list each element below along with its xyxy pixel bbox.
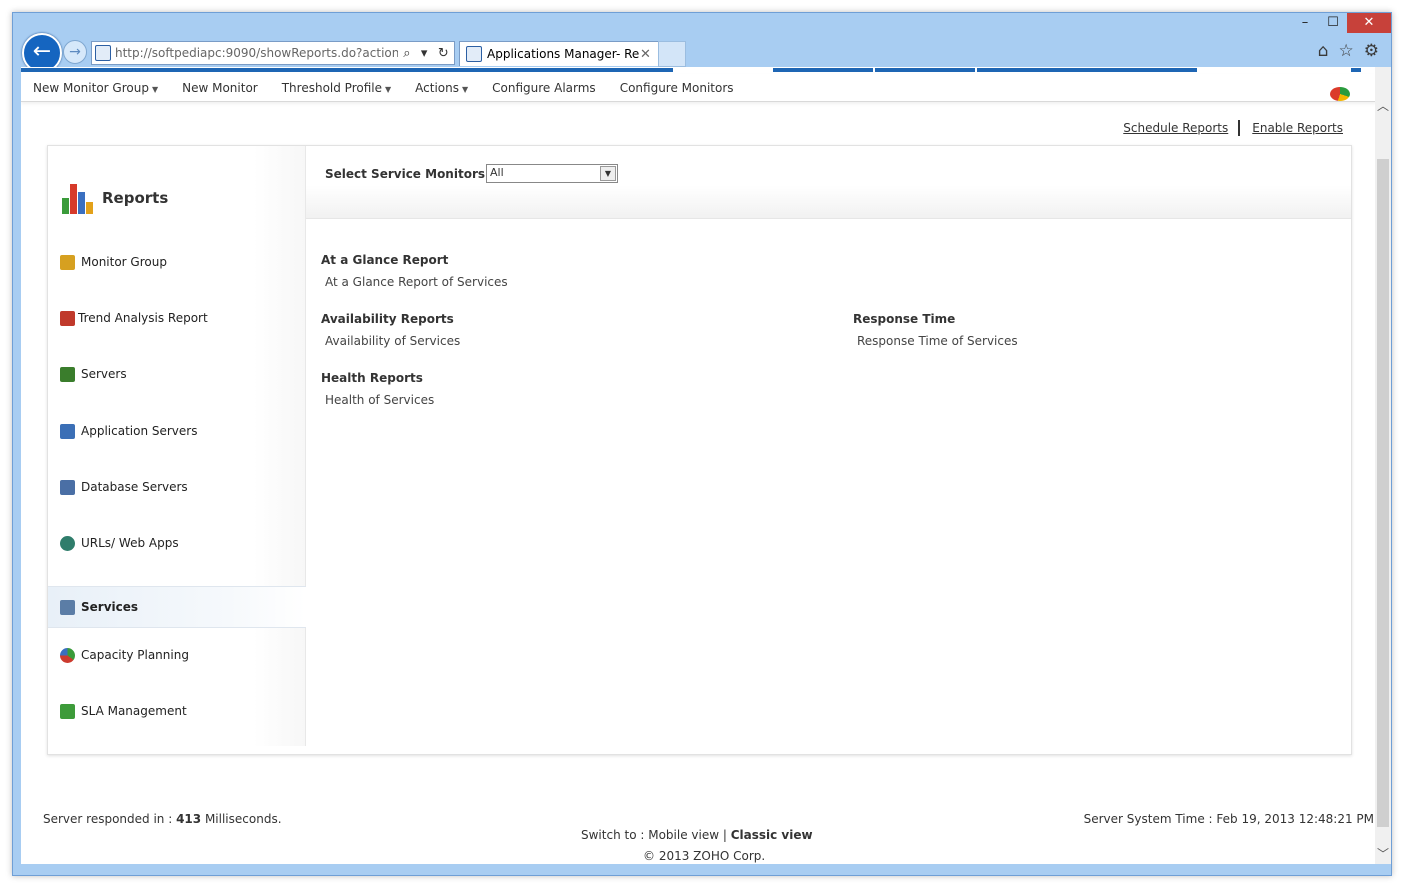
menu-new-monitor[interactable]: New Monitor bbox=[170, 81, 270, 95]
dropdown-icon[interactable]: ▾ bbox=[421, 46, 428, 61]
reports-title: Reports bbox=[102, 189, 169, 207]
sidebar-item-sla-management[interactable]: SLA Management bbox=[48, 691, 305, 731]
settings-gear-icon[interactable]: ⚙ bbox=[1364, 41, 1379, 61]
server-response-time: Server responded in : 413 Milliseconds. bbox=[43, 812, 282, 826]
forward-button[interactable]: → bbox=[63, 40, 87, 64]
services-icon bbox=[60, 599, 75, 615]
scroll-up-icon[interactable]: ︿ bbox=[1375, 97, 1391, 114]
sidebar-item-servers[interactable]: Servers bbox=[48, 354, 305, 394]
capacity-pie-icon bbox=[60, 647, 75, 663]
enable-reports-link[interactable]: Enable Reports bbox=[1252, 121, 1343, 135]
page-content: New Monitor Group ▼ New Monitor Threshold… bbox=[21, 67, 1376, 864]
menu-actions[interactable]: Actions ▼ bbox=[403, 81, 480, 95]
loading-progress bbox=[21, 67, 1376, 74]
section-at-a-glance: At a Glance Report At a Glance Report of… bbox=[321, 253, 508, 289]
report-link[interactable]: Health of Services bbox=[321, 393, 434, 407]
sidebar-item-application-servers[interactable]: Application Servers bbox=[48, 411, 305, 451]
filter-bar: Select Service Monitors All ▼ bbox=[306, 146, 1351, 219]
menu-configure-monitors[interactable]: Configure Monitors bbox=[608, 81, 746, 95]
sidebar-item-capacity-planning[interactable]: Capacity Planning bbox=[48, 635, 305, 675]
maximize-button[interactable]: ☐ bbox=[1319, 13, 1347, 33]
application-servers-icon bbox=[60, 423, 75, 439]
server-system-time: Server System Time : Feb 19, 2013 12:48:… bbox=[1083, 812, 1374, 826]
report-link[interactable]: Response Time of Services bbox=[853, 334, 1018, 348]
scrollbar-thumb[interactable] bbox=[1377, 159, 1389, 827]
classic-view-link[interactable]: Classic view bbox=[731, 828, 813, 842]
sidebar-item-monitor-group[interactable]: Monitor Group bbox=[48, 242, 305, 282]
home-icon[interactable]: ⌂ bbox=[1318, 41, 1329, 61]
section-heading: Availability Reports bbox=[321, 312, 454, 326]
section-availability: Availability Reports Availability of Ser… bbox=[321, 312, 460, 348]
filter-label: Select Service Monitors bbox=[325, 167, 486, 181]
select-value: All bbox=[490, 166, 504, 179]
reports-bar-chart-icon bbox=[62, 182, 93, 214]
chevron-down-icon: ▼ bbox=[384, 84, 392, 94]
minimize-button[interactable]: – bbox=[1291, 13, 1319, 33]
schedule-reports-link[interactable]: Schedule Reports bbox=[1123, 121, 1228, 135]
sidebar-item-web-apps[interactable]: URLs/ Web Apps bbox=[48, 523, 305, 563]
section-heading: Response Time bbox=[853, 312, 956, 326]
browser-tab[interactable]: Applications Manager- Rep... ✕ bbox=[459, 41, 659, 66]
report-link[interactable]: Availability of Services bbox=[321, 334, 460, 348]
trend-chart-icon bbox=[60, 310, 75, 326]
tab-favicon-icon bbox=[466, 46, 482, 62]
chevron-down-icon[interactable]: ▼ bbox=[600, 166, 616, 181]
sidebar-item-services[interactable]: Services bbox=[48, 586, 306, 628]
report-link[interactable]: At a Glance Report of Services bbox=[321, 275, 508, 289]
menu-threshold-profile[interactable]: Threshold Profile ▼ bbox=[270, 81, 403, 95]
address-url[interactable]: http://softpediapc:9090/showReports.do?a… bbox=[115, 46, 398, 60]
search-icon[interactable]: ⌕ bbox=[403, 46, 410, 61]
section-response-time: Response Time Response Time of Services bbox=[853, 312, 1018, 348]
section-health: Health Reports Health of Services bbox=[321, 371, 434, 407]
service-monitor-select[interactable]: All ▼ bbox=[486, 164, 618, 183]
sidebar-item-trend-analysis[interactable]: Trend Analysis Report bbox=[48, 298, 305, 338]
tab-title: Applications Manager- Rep... bbox=[487, 47, 640, 61]
report-links: Schedule Reports Enable Reports bbox=[1123, 120, 1343, 136]
copyright: © 2013 ZOHO Corp. bbox=[643, 849, 766, 863]
scroll-down-icon[interactable]: ﹀ bbox=[1375, 845, 1391, 862]
mobile-view-link[interactable]: Mobile view bbox=[648, 828, 719, 842]
reports-heading: Reports bbox=[62, 182, 168, 214]
view-switcher: Switch to : Mobile view | Classic view bbox=[581, 828, 813, 842]
favorites-star-icon[interactable]: ☆ bbox=[1339, 41, 1354, 61]
reports-main: Select Service Monitors All ▼ At a Glanc… bbox=[306, 146, 1351, 746]
address-bar[interactable]: http://softpediapc:9090/showReports.do?a… bbox=[91, 41, 455, 65]
monitor-group-icon bbox=[60, 254, 75, 270]
browser-window: – ☐ ✕ ← → http://softpediapc:9090/showRe… bbox=[12, 12, 1392, 876]
close-button[interactable]: ✕ bbox=[1347, 13, 1391, 33]
pie-logo-icon[interactable] bbox=[1330, 87, 1350, 101]
tab-close-icon[interactable]: ✕ bbox=[640, 47, 658, 62]
top-menubar: New Monitor Group ▼ New Monitor Threshold… bbox=[21, 74, 1376, 102]
chevron-down-icon: ▼ bbox=[461, 84, 469, 94]
servers-icon bbox=[60, 366, 75, 382]
reports-panel: Reports Monitor Group Trend Analysis Rep… bbox=[47, 145, 1352, 755]
menu-new-monitor-group[interactable]: New Monitor Group ▼ bbox=[21, 81, 170, 95]
section-heading: At a Glance Report bbox=[321, 253, 449, 267]
reports-sidebar: Reports Monitor Group Trend Analysis Rep… bbox=[48, 146, 306, 746]
sla-chart-icon bbox=[60, 703, 75, 719]
web-apps-icon bbox=[60, 535, 75, 551]
refresh-icon[interactable]: ↻ bbox=[438, 46, 449, 61]
chevron-down-icon: ▼ bbox=[151, 84, 159, 94]
new-tab-button[interactable] bbox=[658, 41, 686, 67]
sidebar-item-database-servers[interactable]: Database Servers bbox=[48, 467, 305, 507]
window-controls: – ☐ ✕ bbox=[1291, 13, 1391, 33]
database-servers-icon bbox=[60, 479, 75, 495]
section-heading: Health Reports bbox=[321, 371, 423, 385]
site-favicon-icon bbox=[95, 45, 111, 61]
menu-configure-alarms[interactable]: Configure Alarms bbox=[480, 81, 608, 95]
vertical-scrollbar[interactable]: ︿ ﹀ bbox=[1375, 67, 1391, 864]
